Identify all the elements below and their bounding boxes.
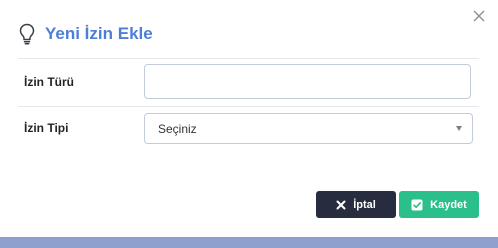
modal-title: Yeni İzin Ekle [45,24,153,43]
izin-turu-input[interactable] [144,64,471,99]
izin-turu-label: İzin Türü [24,75,74,89]
add-leave-modal: Yeni İzin Ekle İzin Türü İzin Tipi Seçin… [0,0,498,237]
izin-tipi-select[interactable]: Seçiniz [144,113,473,144]
row-divider [18,106,479,107]
modal-header: Yeni İzin Ekle [18,20,153,48]
save-button[interactable]: Kaydet [399,191,479,218]
save-button-label: Kaydet [430,198,467,211]
izin-tipi-label: İzin Tipi [24,121,69,135]
header-divider [18,58,479,59]
cancel-button[interactable]: İptal [316,191,396,218]
caret-down-icon [456,126,462,131]
izin-tipi-selected-value: Seçiniz [158,121,197,136]
backdrop-strip [0,237,498,248]
close-icon [473,10,485,22]
cancel-button-label: İptal [353,198,376,211]
close-icon [336,200,346,209]
close-button[interactable] [470,7,488,25]
check-square-icon [411,199,423,210]
lightbulb-icon [19,23,35,45]
